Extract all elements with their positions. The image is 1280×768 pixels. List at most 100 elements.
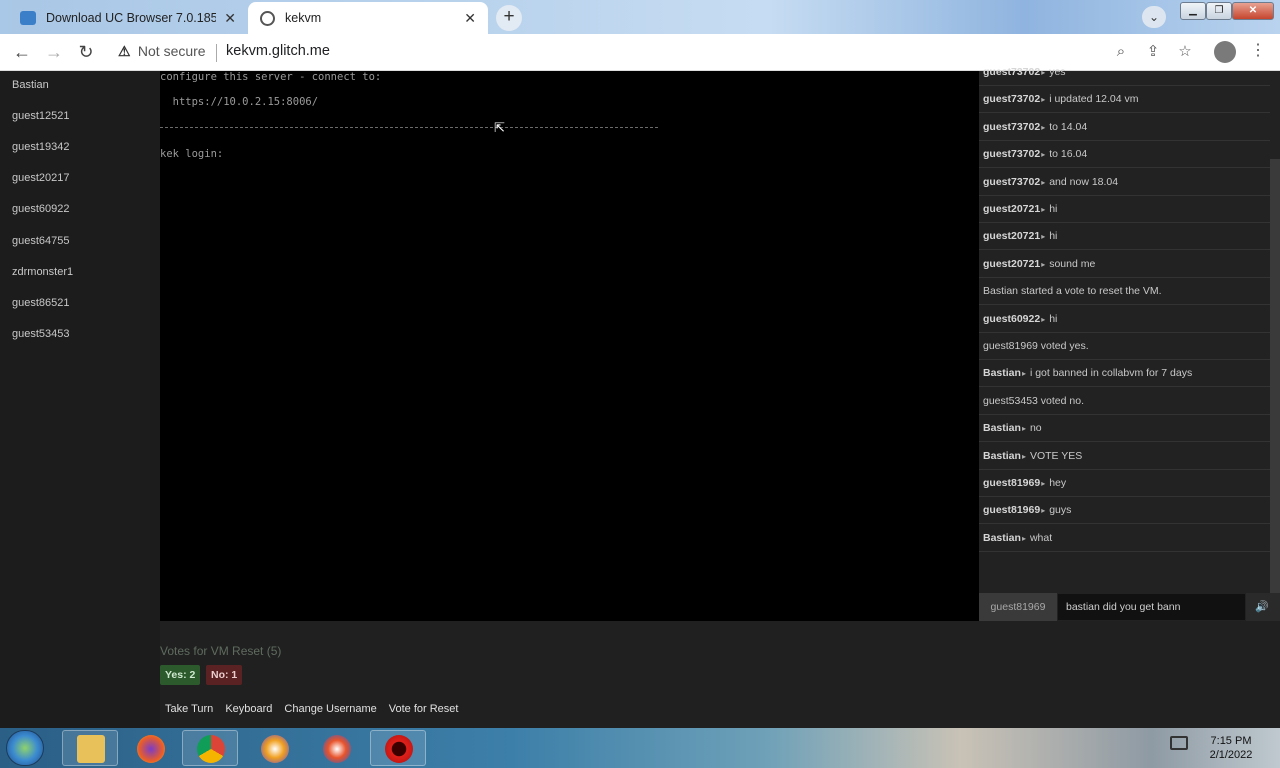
chat-panel: guest73702▸ yes guest73702▸ i updated 12.04… <box>979 66 1280 621</box>
chat-nick[interactable]: guest20721 <box>983 230 1040 242</box>
chat-text: what <box>1029 531 1053 544</box>
chat-nick[interactable]: guest60922 <box>983 313 1040 325</box>
reload-icon[interactable]: ↻ <box>74 40 98 64</box>
taskbar-firefox[interactable] <box>122 730 178 766</box>
chat-nick[interactable]: guest20721 <box>983 258 1040 270</box>
security-label: Not secure <box>137 43 206 59</box>
minimize-button[interactable]: ▁ <box>1180 2 1206 20</box>
window-close-button[interactable]: ✕ <box>1232 2 1274 20</box>
globe-icon <box>260 10 275 26</box>
user-item[interactable]: guest60922 <box>12 203 70 215</box>
tab-kekvm[interactable]: kekvm ✕ <box>248 2 488 34</box>
vm-display[interactable]: configure this server - connect to: http… <box>160 71 979 621</box>
arrow-icon: ▸ <box>1041 259 1046 269</box>
take-turn-button[interactable]: Take Turn <box>165 703 213 715</box>
user-item[interactable]: guest12521 <box>12 110 70 122</box>
brave-icon-2 <box>323 735 351 763</box>
new-tab-button[interactable]: + <box>496 5 522 31</box>
user-item[interactable]: guest19342 <box>12 141 70 153</box>
tab-title: kekvm <box>285 11 322 25</box>
brave-icon <box>261 735 289 763</box>
arrow-icon: ▸ <box>1041 205 1046 214</box>
user-item[interactable]: Bastian <box>12 79 49 91</box>
chat-text: hey <box>1049 477 1067 489</box>
keyboard-button[interactable]: Keyboard <box>225 703 272 715</box>
back-icon[interactable]: ← <box>10 40 34 64</box>
chat-input-bar: guest81969 🔊 <box>979 593 1280 621</box>
chat-nick[interactable]: guest73702 <box>983 93 1040 105</box>
uc-icon <box>20 11 36 25</box>
chat-message: guest20721▸ hi <box>979 196 1270 223</box>
chat-nick[interactable]: Bastian <box>983 367 1021 379</box>
chat-nick[interactable]: guest73702 <box>983 121 1040 133</box>
menu-icon[interactable]: ⋮ <box>1250 40 1266 60</box>
user-item[interactable]: guest53453 <box>12 328 70 340</box>
user-item[interactable]: guest86521 <box>12 297 70 309</box>
chat-nick[interactable]: Bastian <box>983 532 1021 544</box>
vote-for-reset-button[interactable]: Vote for Reset <box>389 703 459 715</box>
chat-message: guest81969▸ hey <box>979 470 1270 497</box>
arrow-icon: ▸ <box>1041 122 1046 132</box>
tab-title: Download UC Browser 7.0.185.10 <box>46 11 216 25</box>
chat-message: Bastian▸ what <box>979 525 1270 552</box>
url-field[interactable]: kekvm.glitch.me <box>226 43 330 59</box>
chat-text: sound me <box>1049 257 1096 270</box>
system-clock[interactable]: 7:15 PM 2/1/2022 <box>1196 734 1266 762</box>
close-tab-icon[interactable]: ✕ <box>224 10 236 27</box>
chat-message: Bastian▸ VOTE YES <box>979 443 1270 470</box>
chat-message-input[interactable] <box>1057 593 1246 621</box>
taskbar-brave-2[interactable] <box>308 730 364 766</box>
user-item[interactable]: zdrmonster1 <box>12 266 73 278</box>
chat-nick[interactable]: Bastian <box>983 450 1021 462</box>
user-list: Bastian guest12521 guest19342 guest20217… <box>0 71 160 728</box>
chrome-icon <box>197 735 225 763</box>
chat-text: guys <box>1049 504 1072 517</box>
chat-nick[interactable]: guest20721 <box>983 203 1040 215</box>
votes-title: Votes for VM Reset (5) <box>160 644 282 658</box>
chat-message: guest73702▸ i updated 12.04 vm <box>979 86 1270 114</box>
volume-icon[interactable]: 🔊 <box>1249 593 1275 621</box>
tab-search-dropdown-icon[interactable]: ⌄ <box>1142 6 1166 28</box>
arrow-icon: ▸ <box>1021 424 1026 434</box>
network-icon[interactable] <box>1170 736 1188 750</box>
chat-nick[interactable]: Bastian <box>983 422 1021 434</box>
chat-message: guest73702▸ and now 18.04 <box>979 169 1270 196</box>
chat-nick[interactable]: guest73702 <box>983 176 1040 188</box>
mouse-cursor-icon: ⇱ <box>494 121 505 136</box>
arrow-icon: ▸ <box>1041 506 1046 516</box>
chat-nick[interactable]: guest73702 <box>983 66 1040 78</box>
tab-uc-browser[interactable]: Download UC Browser 7.0.185.10 ✕ <box>8 2 248 34</box>
restore-button[interactable]: ❐ <box>1206 2 1232 20</box>
chat-scrollbar[interactable] <box>1270 159 1280 621</box>
chat-nick[interactable]: guest73702 <box>983 148 1040 160</box>
start-button[interactable] <box>6 730 44 766</box>
chat-message: guest81969▸ guys <box>979 497 1270 525</box>
chat-text: guest53453 voted no. <box>983 394 1085 407</box>
arrow-icon: ▸ <box>1041 177 1046 187</box>
forward-icon[interactable]: → <box>42 40 66 64</box>
taskbar-brave[interactable] <box>246 730 302 766</box>
chat-text: i updated 12.04 vm <box>1049 93 1139 106</box>
taskbar-explorer[interactable] <box>62 730 118 766</box>
close-tab-icon[interactable]: ✕ <box>464 10 476 27</box>
chat-text: no <box>1029 422 1042 435</box>
chat-message: guest73702▸ to 14.04 <box>979 114 1270 141</box>
change-username-button[interactable]: Change Username <box>284 703 376 715</box>
taskbar-chrome[interactable] <box>182 730 238 766</box>
security-indicator[interactable]: ⚠ Not secure <box>118 43 206 60</box>
arrow-icon: ▸ <box>1041 479 1046 488</box>
taskbar-opera[interactable] <box>370 730 426 766</box>
arrow-icon: ▸ <box>1041 232 1046 242</box>
arrow-icon: ▸ <box>1041 95 1046 105</box>
chat-nick[interactable]: guest81969 <box>983 477 1040 489</box>
user-item[interactable]: guest64755 <box>12 235 70 247</box>
chat-message: Bastian▸ i got banned in collabvm for 7 d… <box>979 360 1270 388</box>
user-item[interactable]: guest20217 <box>12 172 70 184</box>
arrow-icon: ▸ <box>1021 451 1026 461</box>
opera-icon <box>385 735 413 763</box>
chat-message: guest73702▸ to 16.04 <box>979 141 1270 169</box>
chat-nick[interactable]: guest81969 <box>983 504 1040 516</box>
action-bar: Take Turn Keyboard Change Username Vote … <box>165 703 470 715</box>
chat-text: to 16.04 <box>1049 148 1088 161</box>
arrow-icon: ▸ <box>1021 369 1026 379</box>
